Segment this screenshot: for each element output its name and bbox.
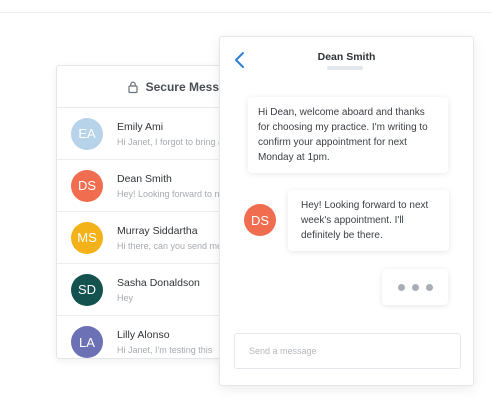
conversation-name: Dean Smith: [117, 172, 172, 185]
conversation-name: Murray Siddartha: [117, 224, 198, 237]
conversation-name: Lilly Alonso: [117, 329, 170, 341]
conversation-preview: Hey! Looking forward to next: [117, 188, 232, 199]
message-bubble-sent: Hi Dean, welcome aboard and thanks for c…: [248, 97, 448, 173]
chat-contact-name: Dean Smith: [317, 51, 376, 63]
typing-dot: [411, 283, 419, 291]
avatar: DS: [244, 204, 276, 236]
typing-dot: [397, 283, 405, 291]
message-input[interactable]: Send a message: [234, 333, 461, 369]
typing-indicator: [382, 269, 448, 305]
avatar: MS: [71, 221, 103, 254]
conversation-preview: Hey: [117, 292, 134, 303]
message-bubble-received: Hey! Looking forward to next week's appo…: [288, 190, 449, 251]
avatar: LA: [71, 326, 103, 358]
chat-panel: Dean Smith Hi Dean, welcome aboard and t…: [219, 36, 474, 386]
avatar: EA: [71, 117, 103, 150]
header-handle: [327, 66, 363, 70]
conversation-name: Emily Ami: [117, 120, 164, 133]
typing-dot: [425, 283, 433, 291]
conversation-name: Sasha Donaldson: [117, 276, 200, 289]
chat-header: Dean Smith: [220, 37, 473, 81]
conversation-preview: Hi Janet, I'm testing this: [117, 345, 213, 355]
lock-icon: [128, 81, 138, 93]
avatar: SD: [71, 273, 103, 306]
avatar: DS: [71, 169, 103, 202]
conversation-preview: Hi Janet, I forgot to bring an: [117, 136, 229, 147]
top-divider: [0, 12, 492, 13]
conversation-preview: Hi there, can you send me a: [117, 240, 230, 251]
